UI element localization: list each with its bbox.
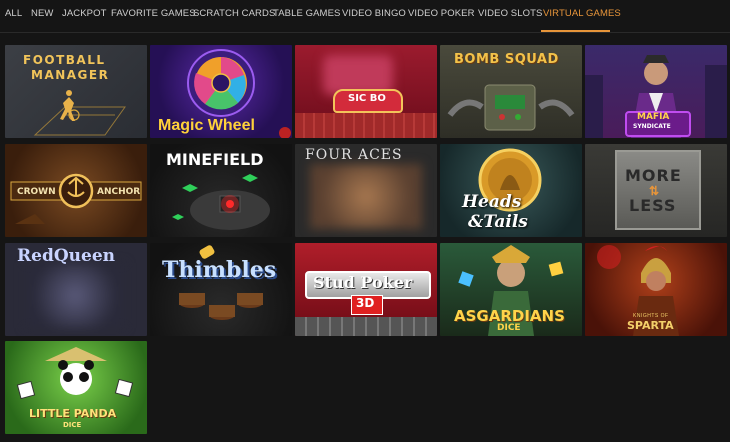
active-tab-indicator (541, 30, 610, 32)
game-title-left: CROWN (17, 187, 56, 197)
game-title-line1: MORE (625, 166, 682, 185)
game-title: MINEFIELD (166, 150, 264, 169)
game-tile-little-panda-dice[interactable]: LITTLE PANDA DICE (5, 341, 147, 434)
game-tile-minefield[interactable]: MINEFIELD (150, 144, 292, 237)
game-title: BOMB SQUAD (454, 52, 559, 67)
game-tile-heads-tails[interactable]: Heads &Tails (440, 144, 582, 237)
game-title-line1: Heads (462, 192, 522, 212)
game-title-line2: LESS (629, 196, 677, 215)
game-title-line2: MANAGER (31, 68, 110, 82)
tab-jackpot[interactable]: JACKPOT (62, 8, 107, 19)
category-nav: ALL NEW JACKPOT FAVORITE GAMES SCRATCH C… (0, 0, 730, 33)
game-tile-four-aces[interactable]: FOUR ACES (295, 144, 437, 237)
game-tile-sparta[interactable]: KNIGHTS OF SPARTA (585, 243, 727, 336)
game-title-line1: MAFIA (637, 112, 670, 122)
tab-video-poker[interactable]: VIDEO POKER (408, 8, 475, 19)
game-title-line2: DICE (63, 421, 82, 429)
game-title: RedQueen (17, 246, 115, 266)
tab-new[interactable]: NEW (31, 8, 53, 19)
game-title-line2: &Tails (468, 212, 528, 232)
game-tile-asgardians-dice[interactable]: ASGARDIANS DICE (440, 243, 582, 336)
game-title: Thimbles (162, 257, 277, 283)
game-tile-more-less[interactable]: MORE LESS ⇅ (585, 144, 727, 237)
table-rail (295, 113, 437, 138)
game-title-line1: FOOTBALL (23, 53, 106, 67)
blurred-art (310, 164, 422, 229)
blurred-art (25, 263, 125, 328)
table-rail (295, 317, 437, 336)
game-title-line1: LITTLE PANDA (29, 407, 117, 420)
tab-virtual-games[interactable]: VIRTUAL GAMES (543, 8, 621, 19)
game-tile-thimbles[interactable]: Thimbles (150, 243, 292, 336)
game-tile-stud-poker[interactable]: Stud Poker 3D (295, 243, 437, 336)
tab-favorite-games[interactable]: FAVORITE GAMES (111, 8, 196, 19)
game-title: FOUR ACES (305, 147, 403, 163)
tab-video-slots[interactable]: VIDEO SLOTS (478, 8, 542, 19)
game-tile-mafia-syndicate[interactable]: MAFIA SYNDICATE (585, 45, 727, 138)
game-tile-bomb-squad[interactable]: BOMB SQUAD (440, 45, 582, 138)
game-title: SIC BO (348, 93, 386, 104)
game-tile-crown-anchor[interactable]: CROWN ANCHOR (5, 144, 147, 237)
tab-table-games[interactable]: TABLE GAMES (273, 8, 340, 19)
game-title: SPARTA (627, 319, 674, 332)
tab-video-bingo[interactable]: VIDEO BINGO (342, 8, 406, 19)
game-title-line2: SYNDICATE (633, 123, 671, 130)
game-title: Magic Wheel (158, 117, 255, 134)
game-title: Stud Poker (313, 273, 413, 292)
tab-all[interactable]: ALL (5, 8, 22, 19)
game-subtitle: DICE (497, 323, 521, 333)
game-badge: 3D (356, 296, 375, 310)
tab-scratch-cards[interactable]: SCRATCH CARDS (193, 8, 275, 19)
game-tile-magic-wheel[interactable]: Magic Wheel (150, 45, 292, 138)
game-title-right: ANCHOR (97, 187, 141, 197)
game-tile-sic-bo[interactable]: SIC BO (295, 45, 437, 138)
game-tile-football-manager[interactable]: FOOTBALL MANAGER (5, 45, 147, 138)
arrow-icon: ⇅ (649, 184, 660, 198)
game-tile-red-queen[interactable]: RedQueen (5, 243, 147, 336)
